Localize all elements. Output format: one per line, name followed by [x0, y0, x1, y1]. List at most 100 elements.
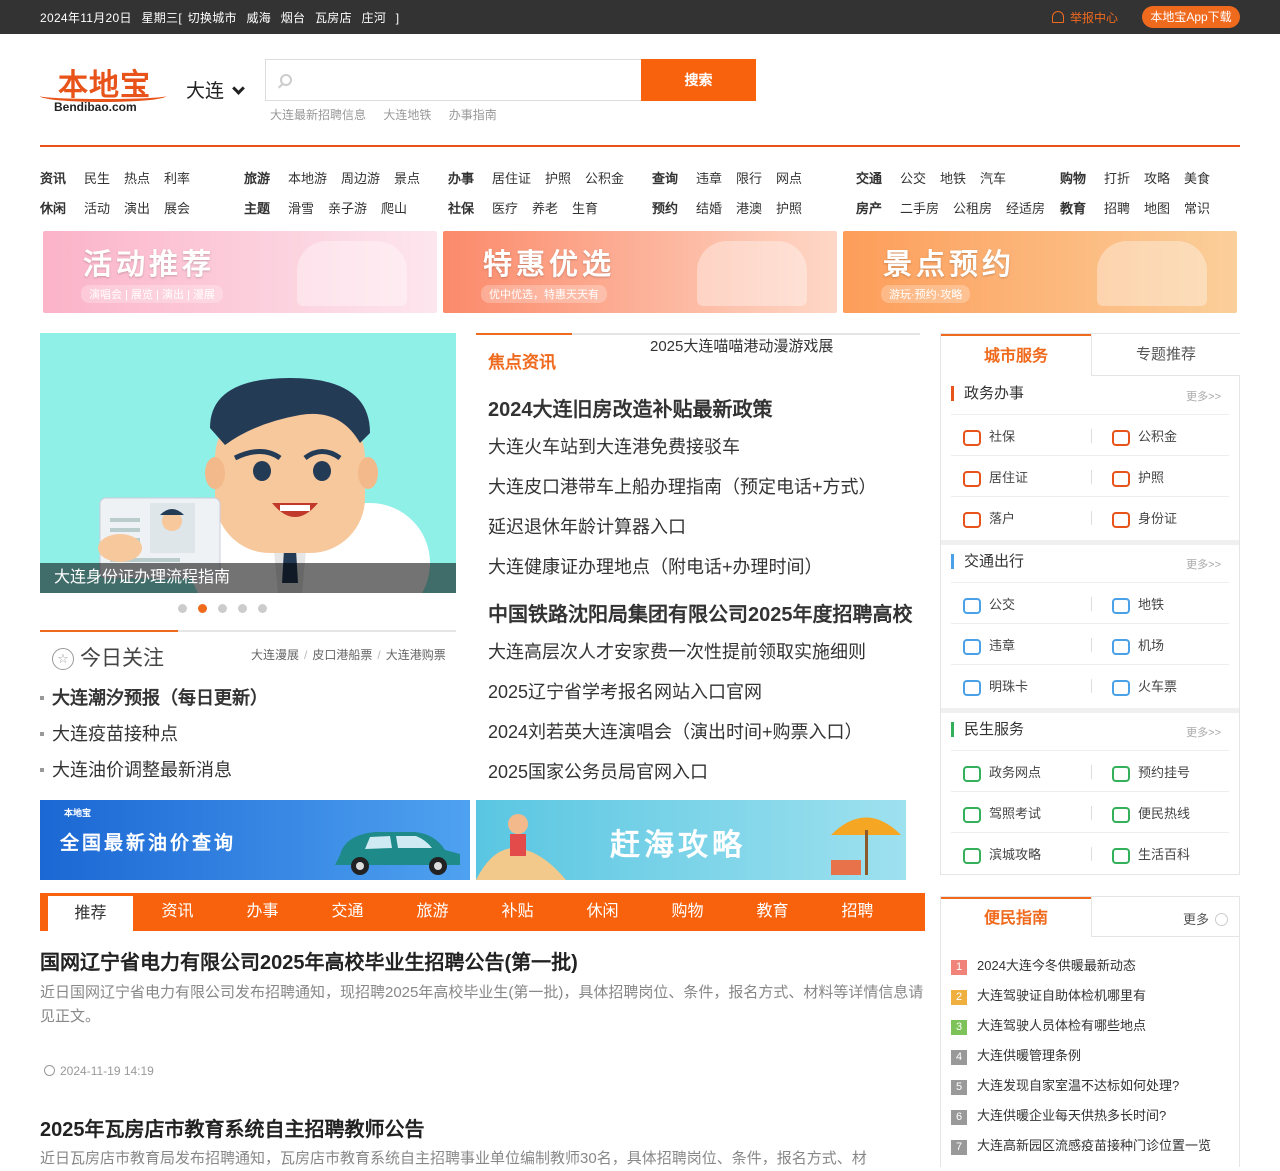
- app-download-button[interactable]: 本地宝App下载: [1142, 6, 1240, 28]
- nav-link[interactable]: 美食: [1184, 171, 1210, 186]
- service-item[interactable]: 便民热线: [1112, 803, 1190, 823]
- article-title[interactable]: 2025年瓦房店市教育系统自主招聘教师公告: [40, 1113, 425, 1142]
- nav-link[interactable]: 景点: [394, 171, 420, 186]
- event-banner[interactable]: 活动推荐 演唱会 | 展览 | 演出 | 漫展: [43, 231, 437, 313]
- nav-category[interactable]: 房产: [856, 201, 882, 216]
- slider-caption[interactable]: 大连身份证办理流程指南: [40, 563, 456, 593]
- guide-item[interactable]: 6 大连供暖企业每天供热多长时间?: [951, 1105, 1166, 1125]
- tab-0[interactable]: 推荐: [48, 896, 133, 931]
- service-item[interactable]: 居住证: [963, 467, 1028, 487]
- more-link[interactable]: 更多>>: [1186, 388, 1221, 404]
- nav-link[interactable]: 亲子游: [328, 201, 367, 216]
- nav-link[interactable]: 医疗: [492, 201, 518, 216]
- guide-item[interactable]: 4 大连供暖管理条例: [951, 1045, 1081, 1065]
- guide-item[interactable]: 1 2024大连今冬供暖最新动态: [951, 955, 1136, 975]
- tab-3[interactable]: 交通: [305, 893, 390, 931]
- service-item[interactable]: 落户: [963, 508, 1015, 528]
- nav-category[interactable]: 主题: [244, 201, 270, 216]
- nav-category[interactable]: 社保: [448, 201, 474, 216]
- tab-2[interactable]: 办事: [220, 893, 305, 931]
- nav-category[interactable]: 预约: [652, 201, 678, 216]
- nav-link[interactable]: 护照: [545, 171, 571, 186]
- service-item[interactable]: 地铁: [1112, 594, 1164, 614]
- nav-link[interactable]: 热点: [124, 171, 150, 186]
- focus-news-item[interactable]: 大连健康证办理地点（附电话+办理时间）: [488, 553, 823, 579]
- nav-link[interactable]: 利率: [164, 171, 190, 186]
- service-item[interactable]: 驾照考试: [963, 803, 1041, 823]
- service-item[interactable]: 火车票: [1112, 676, 1177, 696]
- nav-link[interactable]: 公交: [900, 171, 926, 186]
- nav-link[interactable]: 生育: [572, 201, 598, 216]
- city-link-weihai[interactable]: 威海: [246, 11, 271, 25]
- search-button[interactable]: 搜索: [641, 59, 756, 101]
- guide-item[interactable]: 7 大连高新园区流感疫苗接种门诊位置一览: [951, 1135, 1211, 1155]
- nav-link[interactable]: 爬山: [381, 201, 407, 216]
- tab-1[interactable]: 资讯: [135, 893, 220, 931]
- nav-link[interactable]: 网点: [776, 171, 802, 186]
- guide-title[interactable]: 便民指南: [941, 897, 1091, 937]
- nav-link[interactable]: 居住证: [492, 171, 531, 186]
- nav-link[interactable]: 二手房: [900, 201, 939, 216]
- more-link[interactable]: 更多>>: [1186, 556, 1221, 572]
- report-center-link[interactable]: 举报中心: [1052, 9, 1118, 26]
- nav-category[interactable]: 旅游: [244, 171, 270, 186]
- nav-link[interactable]: 结婚: [696, 201, 722, 216]
- guide-item[interactable]: 3 大连驾驶人员体检有哪些地点: [951, 1015, 1146, 1035]
- article-title[interactable]: 国网辽宁省电力有限公司2025年高校毕业生招聘公告(第一批): [40, 946, 578, 975]
- nav-category[interactable]: 资讯: [40, 171, 66, 186]
- tab-4[interactable]: 旅游: [390, 893, 475, 931]
- city-link-zhuanghe[interactable]: 庄河: [362, 11, 387, 25]
- service-item[interactable]: 政务网点: [963, 762, 1041, 782]
- service-item[interactable]: 明珠卡: [963, 676, 1028, 696]
- slider-dot[interactable]: [258, 604, 267, 613]
- slider-dot[interactable]: [178, 604, 187, 613]
- nav-link[interactable]: 违章: [696, 171, 722, 186]
- nav-link[interactable]: 地图: [1144, 201, 1170, 216]
- nav-link[interactable]: 招聘: [1104, 201, 1130, 216]
- guide-more-link[interactable]: 更多: [1183, 909, 1229, 928]
- service-item[interactable]: 公交: [963, 594, 1015, 614]
- today-link[interactable]: 大连港购票: [386, 648, 446, 662]
- slider-dot-active[interactable]: [198, 604, 207, 613]
- nav-link[interactable]: 展会: [164, 201, 190, 216]
- today-link[interactable]: 大连漫展: [251, 648, 299, 662]
- focus-news-item[interactable]: 2024刘若英大连演唱会（演出时间+购票入口）: [488, 718, 863, 744]
- service-item[interactable]: 机场: [1112, 635, 1164, 655]
- nav-link[interactable]: 汽车: [980, 171, 1006, 186]
- today-link[interactable]: 皮口港船票: [312, 648, 372, 662]
- service-item[interactable]: 身份证: [1112, 508, 1177, 528]
- guide-item[interactable]: 2 大连驾驶证自助体检机哪里有: [951, 985, 1146, 1005]
- nav-link[interactable]: 攻略: [1144, 171, 1170, 186]
- nav-link[interactable]: 限行: [736, 171, 762, 186]
- service-item[interactable]: 公积金: [1112, 426, 1177, 446]
- focus-news-item[interactable]: 大连高层次人才安家费一次性提前领取实施细则: [488, 638, 866, 664]
- tab-7[interactable]: 购物: [645, 893, 730, 931]
- scenic-booking-banner[interactable]: 景点预约 游玩·预约·攻略: [843, 231, 1237, 313]
- nav-link[interactable]: 港澳: [736, 201, 762, 216]
- search-input[interactable]: [302, 68, 632, 92]
- nav-link[interactable]: 公租房: [953, 201, 992, 216]
- city-link-yantai[interactable]: 烟台: [281, 11, 306, 25]
- nav-category[interactable]: 购物: [1060, 171, 1086, 186]
- nav-link[interactable]: 护照: [776, 201, 802, 216]
- city-link-wafangdian[interactable]: 瓦房店: [315, 11, 352, 25]
- service-item[interactable]: 违章: [963, 635, 1015, 655]
- service-item[interactable]: 社保: [963, 426, 1015, 446]
- nav-link[interactable]: 经适房: [1006, 201, 1045, 216]
- focus-news-item[interactable]: 大连火车站到大连港免费接驳车: [488, 433, 740, 459]
- slider-dot[interactable]: [238, 604, 247, 613]
- focus-news-item[interactable]: 延迟退休年龄计算器入口: [488, 513, 686, 539]
- today-item[interactable]: 大连疫苗接种点: [40, 720, 178, 746]
- focus-news-item[interactable]: 中国铁路沈阳局集团有限公司2025年度招聘高校: [488, 598, 913, 627]
- more-link[interactable]: 更多>>: [1186, 724, 1221, 740]
- nav-link[interactable]: 公积金: [585, 171, 624, 186]
- hot-link[interactable]: 大连最新招聘信息: [270, 108, 366, 122]
- focus-top-link[interactable]: 2025大连喵喵港动漫游戏展: [650, 335, 833, 356]
- hot-link[interactable]: 大连地铁: [383, 108, 431, 122]
- today-item[interactable]: 大连潮汐预报（每日更新）: [40, 684, 268, 710]
- nav-link[interactable]: 养老: [532, 201, 558, 216]
- image-slider[interactable]: 大连身份证办理流程指南: [40, 333, 456, 593]
- service-item[interactable]: 护照: [1112, 467, 1164, 487]
- hot-link[interactable]: 办事指南: [449, 108, 497, 122]
- nav-category[interactable]: 办事: [448, 171, 474, 186]
